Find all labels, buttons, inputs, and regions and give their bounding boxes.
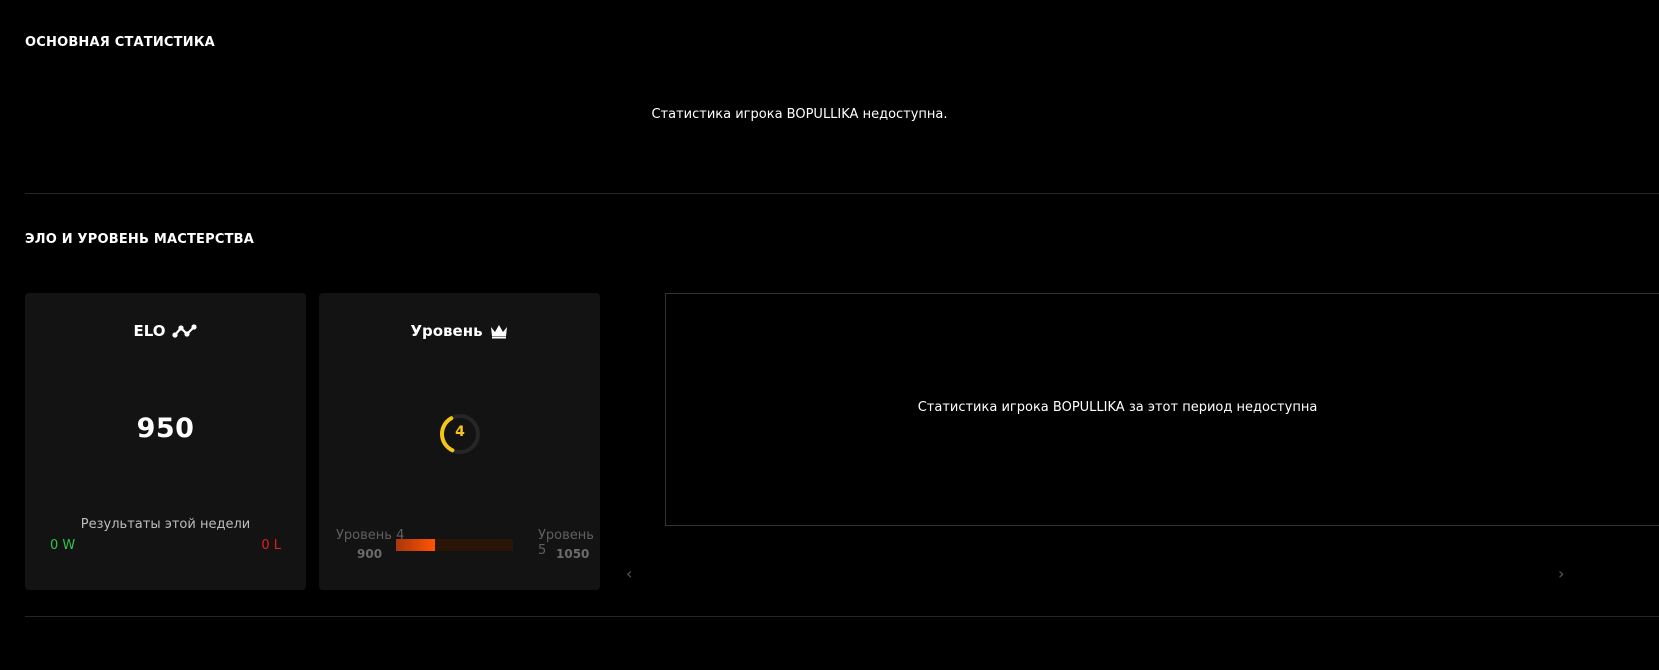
level-card: Уровень 4 Уровень 4 Уровень 5 900 1050	[319, 293, 600, 590]
period-stats-panel: Статистика игрока BOPULLIKA за этот пери…	[665, 293, 1659, 526]
section-divider	[25, 193, 1659, 194]
elo-card: ELO 950 Результаты этой недели 0 W 0 L	[25, 293, 306, 590]
elo-graph-icon	[171, 323, 198, 339]
player-stats-page: ОСНОВНАЯ СТАТИСТИКА Статистика игрока BO…	[0, 0, 1659, 670]
main-stats-unavailable-text: Статистика игрока BOPULLIKA недоступна.	[651, 107, 948, 122]
week-wins: 0 W	[50, 538, 76, 553]
main-stats-title: ОСНОВНАЯ СТАТИСТИКА	[25, 35, 215, 50]
level-progress-fill	[396, 539, 435, 551]
level-card-title: Уровень	[410, 322, 483, 340]
week-losses: 0 L	[261, 538, 281, 553]
level-to-elo: 1050	[556, 547, 590, 561]
chevron-left-icon[interactable]: ‹	[626, 566, 632, 582]
week-results-label: Результаты этой недели	[80, 517, 251, 532]
section-divider-bottom	[25, 616, 1659, 617]
elo-value: 950	[136, 413, 195, 444]
elo-card-title: ELO	[133, 322, 166, 340]
level-number: 4	[455, 424, 465, 440]
elo-card-header: ELO	[25, 322, 306, 340]
level-from-elo: 900	[357, 547, 383, 561]
level-card-header: Уровень	[319, 322, 600, 340]
elo-level-title: ЭЛО И УРОВЕНЬ МАСТЕРСТВА	[25, 232, 255, 247]
chevron-right-icon[interactable]: ›	[1558, 566, 1564, 582]
crown-icon	[489, 323, 509, 339]
main-stats-unavailable-message: Статистика игрока BOPULLIKA недоступна.	[0, 107, 1659, 122]
level-from-label: Уровень 4	[336, 528, 405, 543]
period-unavailable-message: Статистика игрока BOPULLIKA за этот пери…	[917, 400, 1318, 415]
level-progress-bar	[396, 539, 513, 551]
